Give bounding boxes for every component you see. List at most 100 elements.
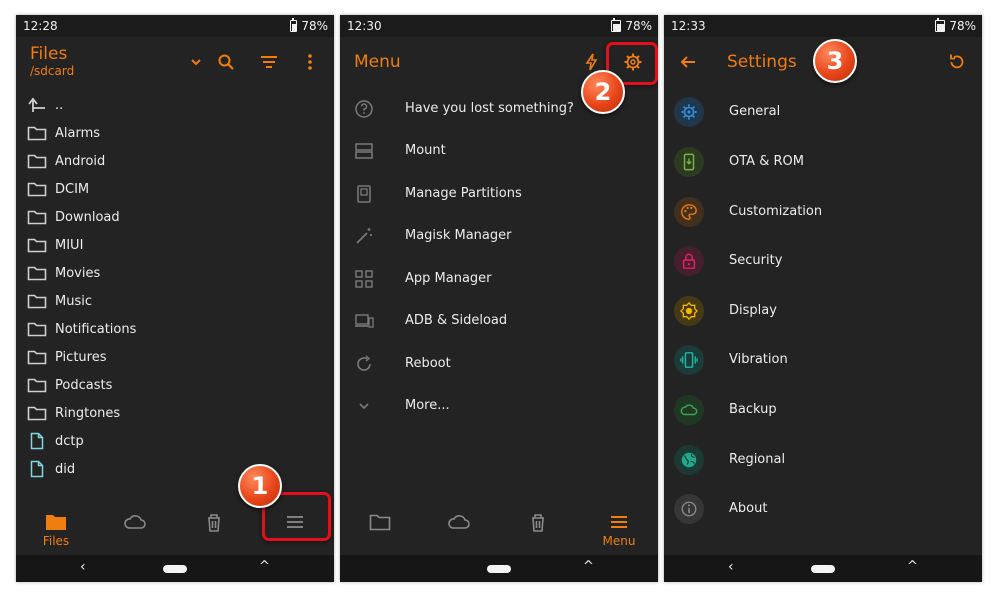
nav-menu-button[interactable]: Menu bbox=[589, 499, 649, 555]
file-row[interactable]: Download bbox=[16, 203, 334, 231]
system-navigation-bar: ‹ ^ bbox=[664, 555, 982, 582]
reboot-icon bbox=[354, 354, 374, 374]
battery-status: 78% bbox=[935, 17, 976, 33]
flash-icon[interactable] bbox=[582, 52, 602, 72]
home-pill[interactable] bbox=[811, 565, 835, 573]
current-path[interactable]: /sdcard bbox=[30, 64, 74, 78]
battery-percent: 78% bbox=[301, 19, 328, 33]
settings-item-security[interactable]: Security bbox=[664, 239, 982, 289]
settings-item-ota[interactable]: OTA & ROM bbox=[664, 140, 982, 190]
settings-item-label: Security bbox=[729, 253, 783, 268]
chevron-up-icon[interactable]: ^ bbox=[907, 559, 918, 574]
menu-item-adb[interactable]: ADB & Sideload bbox=[340, 300, 658, 342]
nav-files-label: Files bbox=[42, 534, 70, 548]
settings-item-backup[interactable]: Backup bbox=[664, 388, 982, 438]
file-row[interactable]: did bbox=[16, 455, 334, 483]
file-row[interactable]: Podcasts bbox=[16, 371, 334, 399]
chevron-up-icon[interactable]: ^ bbox=[583, 559, 594, 574]
file-row[interactable]: DCIM bbox=[16, 175, 334, 203]
nav-trash-button[interactable] bbox=[508, 499, 568, 555]
phone-menu-screen: 12:30 78% Menu Have you lost something? … bbox=[340, 15, 658, 582]
file-row[interactable]: Pictures bbox=[16, 343, 334, 371]
settings-item-general[interactable]: General bbox=[664, 90, 982, 140]
more-vert-icon[interactable] bbox=[300, 52, 320, 72]
file-name: Android bbox=[55, 153, 106, 169]
page-title: Settings bbox=[727, 52, 797, 72]
menu-item-partitions[interactable]: Manage Partitions bbox=[340, 173, 658, 215]
menu-item-label: Have you lost something? bbox=[405, 101, 574, 116]
back-icon[interactable]: ‹ bbox=[728, 559, 734, 575]
settings-item-display[interactable]: Display bbox=[664, 289, 982, 339]
partition-icon bbox=[354, 184, 374, 204]
back-icon[interactable]: ‹ bbox=[80, 559, 86, 575]
file-name: Ringtones bbox=[55, 405, 121, 421]
file-row[interactable]: Alarms bbox=[16, 119, 334, 147]
settings-item-about[interactable]: About bbox=[664, 487, 982, 537]
home-pill[interactable] bbox=[487, 565, 511, 573]
page-title: Menu bbox=[354, 52, 401, 72]
brightness-icon bbox=[674, 296, 704, 326]
menu-item-label: App Manager bbox=[405, 271, 492, 286]
cloud-icon bbox=[448, 515, 470, 529]
settings-item-customization[interactable]: Customization bbox=[664, 190, 982, 240]
folder-icon bbox=[369, 514, 391, 531]
system-navigation-bar: ‹ ^ bbox=[16, 555, 334, 582]
chevron-up-icon[interactable]: ^ bbox=[259, 559, 270, 574]
menu-item-reboot[interactable]: Reboot bbox=[340, 343, 658, 385]
step-callout: 1 bbox=[238, 464, 282, 508]
file-row[interactable]: Ringtones bbox=[16, 399, 334, 427]
menu-item-more[interactable]: More... bbox=[340, 385, 658, 427]
folder-icon bbox=[27, 180, 47, 198]
home-pill[interactable] bbox=[163, 565, 187, 573]
nav-cloud-button[interactable] bbox=[429, 499, 489, 555]
reset-icon[interactable] bbox=[947, 52, 967, 72]
palette-icon bbox=[674, 197, 704, 227]
nav-files-button[interactable] bbox=[350, 499, 410, 555]
menu-item-label: More... bbox=[405, 398, 450, 413]
settings-item-label: Display bbox=[729, 303, 777, 318]
step-callout: 2 bbox=[581, 70, 625, 114]
chevron-down-icon[interactable] bbox=[186, 52, 206, 72]
folder-icon bbox=[27, 152, 47, 170]
step-callout: 3 bbox=[813, 39, 857, 83]
menu-item-app-manager[interactable]: App Manager bbox=[340, 258, 658, 300]
vibration-icon bbox=[674, 345, 704, 375]
nav-cloud-button[interactable] bbox=[105, 499, 165, 555]
file-icon bbox=[27, 432, 47, 450]
file-row[interactable]: dctp bbox=[16, 427, 334, 455]
status-bar: 12:28 78% bbox=[16, 15, 334, 37]
nav-files-button[interactable]: Files bbox=[26, 499, 86, 555]
folder-icon bbox=[27, 236, 47, 254]
menu-item-label: Magisk Manager bbox=[405, 228, 512, 243]
file-row[interactable]: Music bbox=[16, 287, 334, 315]
nav-trash-button[interactable] bbox=[184, 499, 244, 555]
folder-icon bbox=[27, 404, 47, 422]
file-name: DCIM bbox=[55, 181, 90, 197]
file-name: Movies bbox=[55, 265, 101, 281]
back-arrow-icon[interactable] bbox=[678, 52, 698, 72]
menu-item-label: ADB & Sideload bbox=[405, 313, 508, 328]
file-row[interactable]: MIUI bbox=[16, 231, 334, 259]
search-icon[interactable] bbox=[216, 52, 236, 72]
menu-icon bbox=[611, 516, 627, 528]
file-row[interactable]: Notifications bbox=[16, 315, 334, 343]
settings-item-vibration[interactable]: Vibration bbox=[664, 338, 982, 388]
settings-item-regional[interactable]: Regional bbox=[664, 438, 982, 488]
settings-item-label: About bbox=[729, 501, 768, 516]
file-name: Pictures bbox=[55, 349, 107, 365]
file-name: Alarms bbox=[55, 125, 101, 141]
status-time: 12:28 bbox=[23, 19, 58, 33]
file-name: Podcasts bbox=[55, 377, 113, 393]
file-name: did bbox=[55, 461, 76, 477]
menu-item-mount[interactable]: Mount bbox=[340, 130, 658, 172]
folder-icon bbox=[27, 348, 47, 366]
sort-icon[interactable] bbox=[259, 52, 279, 72]
file-name: Music bbox=[55, 293, 92, 309]
file-row-parent[interactable]: .. bbox=[16, 91, 334, 119]
file-row[interactable]: Movies bbox=[16, 259, 334, 287]
cloud-icon bbox=[124, 515, 146, 529]
file-row[interactable]: Android bbox=[16, 147, 334, 175]
status-time: 12:30 bbox=[347, 19, 382, 33]
file-icon bbox=[27, 460, 47, 478]
menu-item-magisk[interactable]: Magisk Manager bbox=[340, 215, 658, 257]
